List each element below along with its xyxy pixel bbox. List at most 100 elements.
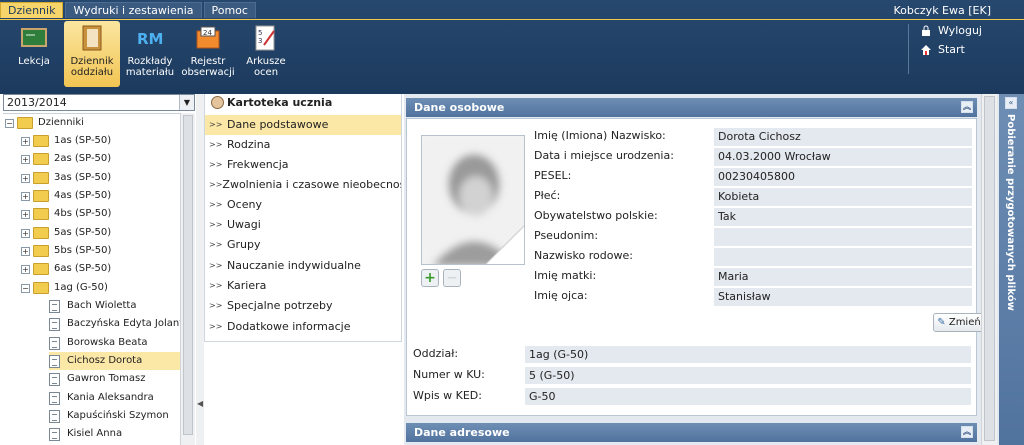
material-plans-button[interactable]: RM Rozkłady materiału [122,21,178,87]
field-row: Pseudonim: [534,228,972,246]
collapse-up-icon[interactable]: ︽ [961,101,973,113]
nav-item-label: Uwagi [227,218,261,231]
chevron-right-icon: >> [209,140,223,149]
expand-toggle-icon[interactable]: + [21,191,30,201]
expand-toggle-icon[interactable]: + [21,209,30,219]
nav-item-grades[interactable]: >> Oceny [205,195,401,215]
folder-icon [33,263,49,275]
chevron-right-icon: >> [209,301,223,310]
folder-open-icon [33,282,49,294]
nav-item-special-needs[interactable]: >> Specjalne potrzeby [205,296,401,316]
class-label: 1ag (G-50) [54,282,108,293]
expand-toggle-icon[interactable]: + [21,173,30,183]
tree-class-node[interactable]: − 1ag (G-50) [21,279,108,297]
student-file-icon [49,409,60,423]
edit-button[interactable]: ✎ Zmień [933,313,985,332]
student-name: Baczyńska Edyta Jolanta [67,318,180,329]
nav-item-exemptions[interactable]: >> Zwolnienia i czasowe nieobecności [205,175,401,195]
tree-class-node[interactable]: +4bs (SP-50) [21,205,111,223]
collapse-toggle-icon[interactable]: − [21,283,30,293]
tree-scrollbar[interactable] [180,113,195,445]
tree-student[interactable]: Gawron Tomasz [49,370,145,388]
journal-tree: − Dzienniki +1as (SP-50) +2as (SP-50) +3… [3,113,180,445]
observation-register-button[interactable]: 24 Rejestr obserwacji [180,21,236,87]
chevron-right-icon: >> [209,120,223,129]
tab-pomoc[interactable]: Pomoc [203,2,256,18]
tree-student[interactable]: Borowska Beata [49,334,148,352]
expand-toggle-icon[interactable]: + [21,264,30,274]
chevron-down-icon[interactable]: ▼ [179,95,194,110]
tree-student[interactable]: Kisiel Anna [49,425,122,443]
student-name: Borowska Beata [67,337,148,348]
expand-toggle-icon[interactable]: + [21,246,30,256]
nav-item-additional-info[interactable]: >> Dodatkowe informacje [205,317,401,337]
student-name: Cichosz Dorota [67,355,143,366]
tree-class-node[interactable]: +5as (SP-50) [21,224,111,242]
tree-class-node[interactable]: +4as (SP-50) [21,187,111,205]
lock-icon [920,25,932,37]
tree-class-node[interactable]: +3as (SP-50) [21,169,111,187]
tree-student[interactable]: Kapuściński Szymon [49,407,169,425]
nav-item-label: Rodzina [227,138,271,151]
nav-item-groups[interactable]: >> Grupy [205,235,401,255]
start-label: Start [938,43,965,56]
add-photo-icon[interactable]: + [421,269,439,287]
tree-student-selected[interactable]: Cichosz Dorota [49,352,180,370]
material-plans-label: Rozkłady materiału [125,56,175,78]
collapse-up-icon[interactable]: ︽ [961,426,973,438]
expand-toggle-icon[interactable]: + [21,154,30,164]
field-value [714,228,972,246]
field-label: Imię (Imiona) Nazwisko: [534,129,666,142]
nav-item-family[interactable]: >> Rodzina [205,135,401,155]
chevron-right-icon: >> [209,220,223,229]
nav-item-career[interactable]: >> Kariera [205,276,401,296]
field-row: Płeć: Kobieta [534,188,972,206]
user-name: Kobczyk Ewa [EK] [893,4,991,17]
class-journal-button[interactable]: Dziennik oddziału [64,21,120,87]
collapse-toggle-icon[interactable]: − [5,118,14,128]
nav-item-basic-data[interactable]: >> Dane podstawowe [205,115,401,135]
chevron-left-icon[interactable]: ◀ [197,399,203,408]
grade-sheets-button[interactable]: 53 Arkusze ocen [238,21,294,87]
journal-icon [78,24,106,52]
scrollbar-thumb[interactable] [984,96,995,441]
field-value [714,248,972,266]
nav-item-individual-teaching[interactable]: >> Nauczanie indywidualne [205,256,401,276]
nav-item-attendance[interactable]: >> Frekwencja [205,155,401,175]
lesson-button[interactable]: Lekcja [6,21,62,87]
class-journal-label: Dziennik oddziału [70,56,114,78]
remove-photo-icon[interactable]: − [443,269,461,287]
files-side-panel[interactable]: « Pobieranie przygotowanych plików [999,94,1024,445]
school-year-select[interactable]: 2013/2014 ▼ [3,94,195,111]
tab-wydruki[interactable]: Wydruki i zestawienia [65,2,202,18]
tree-class-node[interactable]: +6as (SP-50) [21,260,111,278]
personal-data-panel: + − Imię (Imiona) Nazwisko: Dorota Cichos… [406,118,977,343]
panel-splitter[interactable]: ◀ [196,94,204,445]
logout-label: Wyloguj [938,24,982,37]
tree-student[interactable]: Kania Aleksandra [49,389,154,407]
content-scrollbar[interactable] [981,94,997,445]
tab-dziennik[interactable]: Dziennik [0,2,64,18]
expand-toggle-icon[interactable]: + [21,228,30,238]
user-icon [211,96,224,109]
start-link[interactable]: Start [920,43,965,56]
expand-toggle-icon[interactable]: + [21,136,30,146]
class-label: 5bs (SP-50) [54,245,112,256]
folder-icon [33,135,49,147]
student-file-icon [49,354,60,368]
tree-class-node[interactable]: +5bs (SP-50) [21,242,111,260]
nav-item-remarks[interactable]: >> Uwagi [205,215,401,235]
field-label: Obywatelstwo polskie: [534,209,658,222]
tree-class-node[interactable]: +1as (SP-50) [21,132,111,150]
svg-text:3: 3 [258,37,262,45]
logout-link[interactable]: Wyloguj [920,24,982,37]
tree-student[interactable]: Bach Wioletta [49,297,136,315]
expand-left-icon[interactable]: « [1005,97,1017,109]
scrollbar-thumb[interactable] [183,115,193,435]
class-row: Numer w KU: 5 (G-50) [413,367,971,385]
tree-student[interactable]: Baczyńska Edyta Jolanta [49,315,180,333]
chevron-right-icon: >> [209,281,223,290]
chevron-right-icon: >> [209,240,223,249]
tree-root[interactable]: − Dzienniki [5,114,84,132]
tree-class-node[interactable]: +2as (SP-50) [21,150,111,168]
